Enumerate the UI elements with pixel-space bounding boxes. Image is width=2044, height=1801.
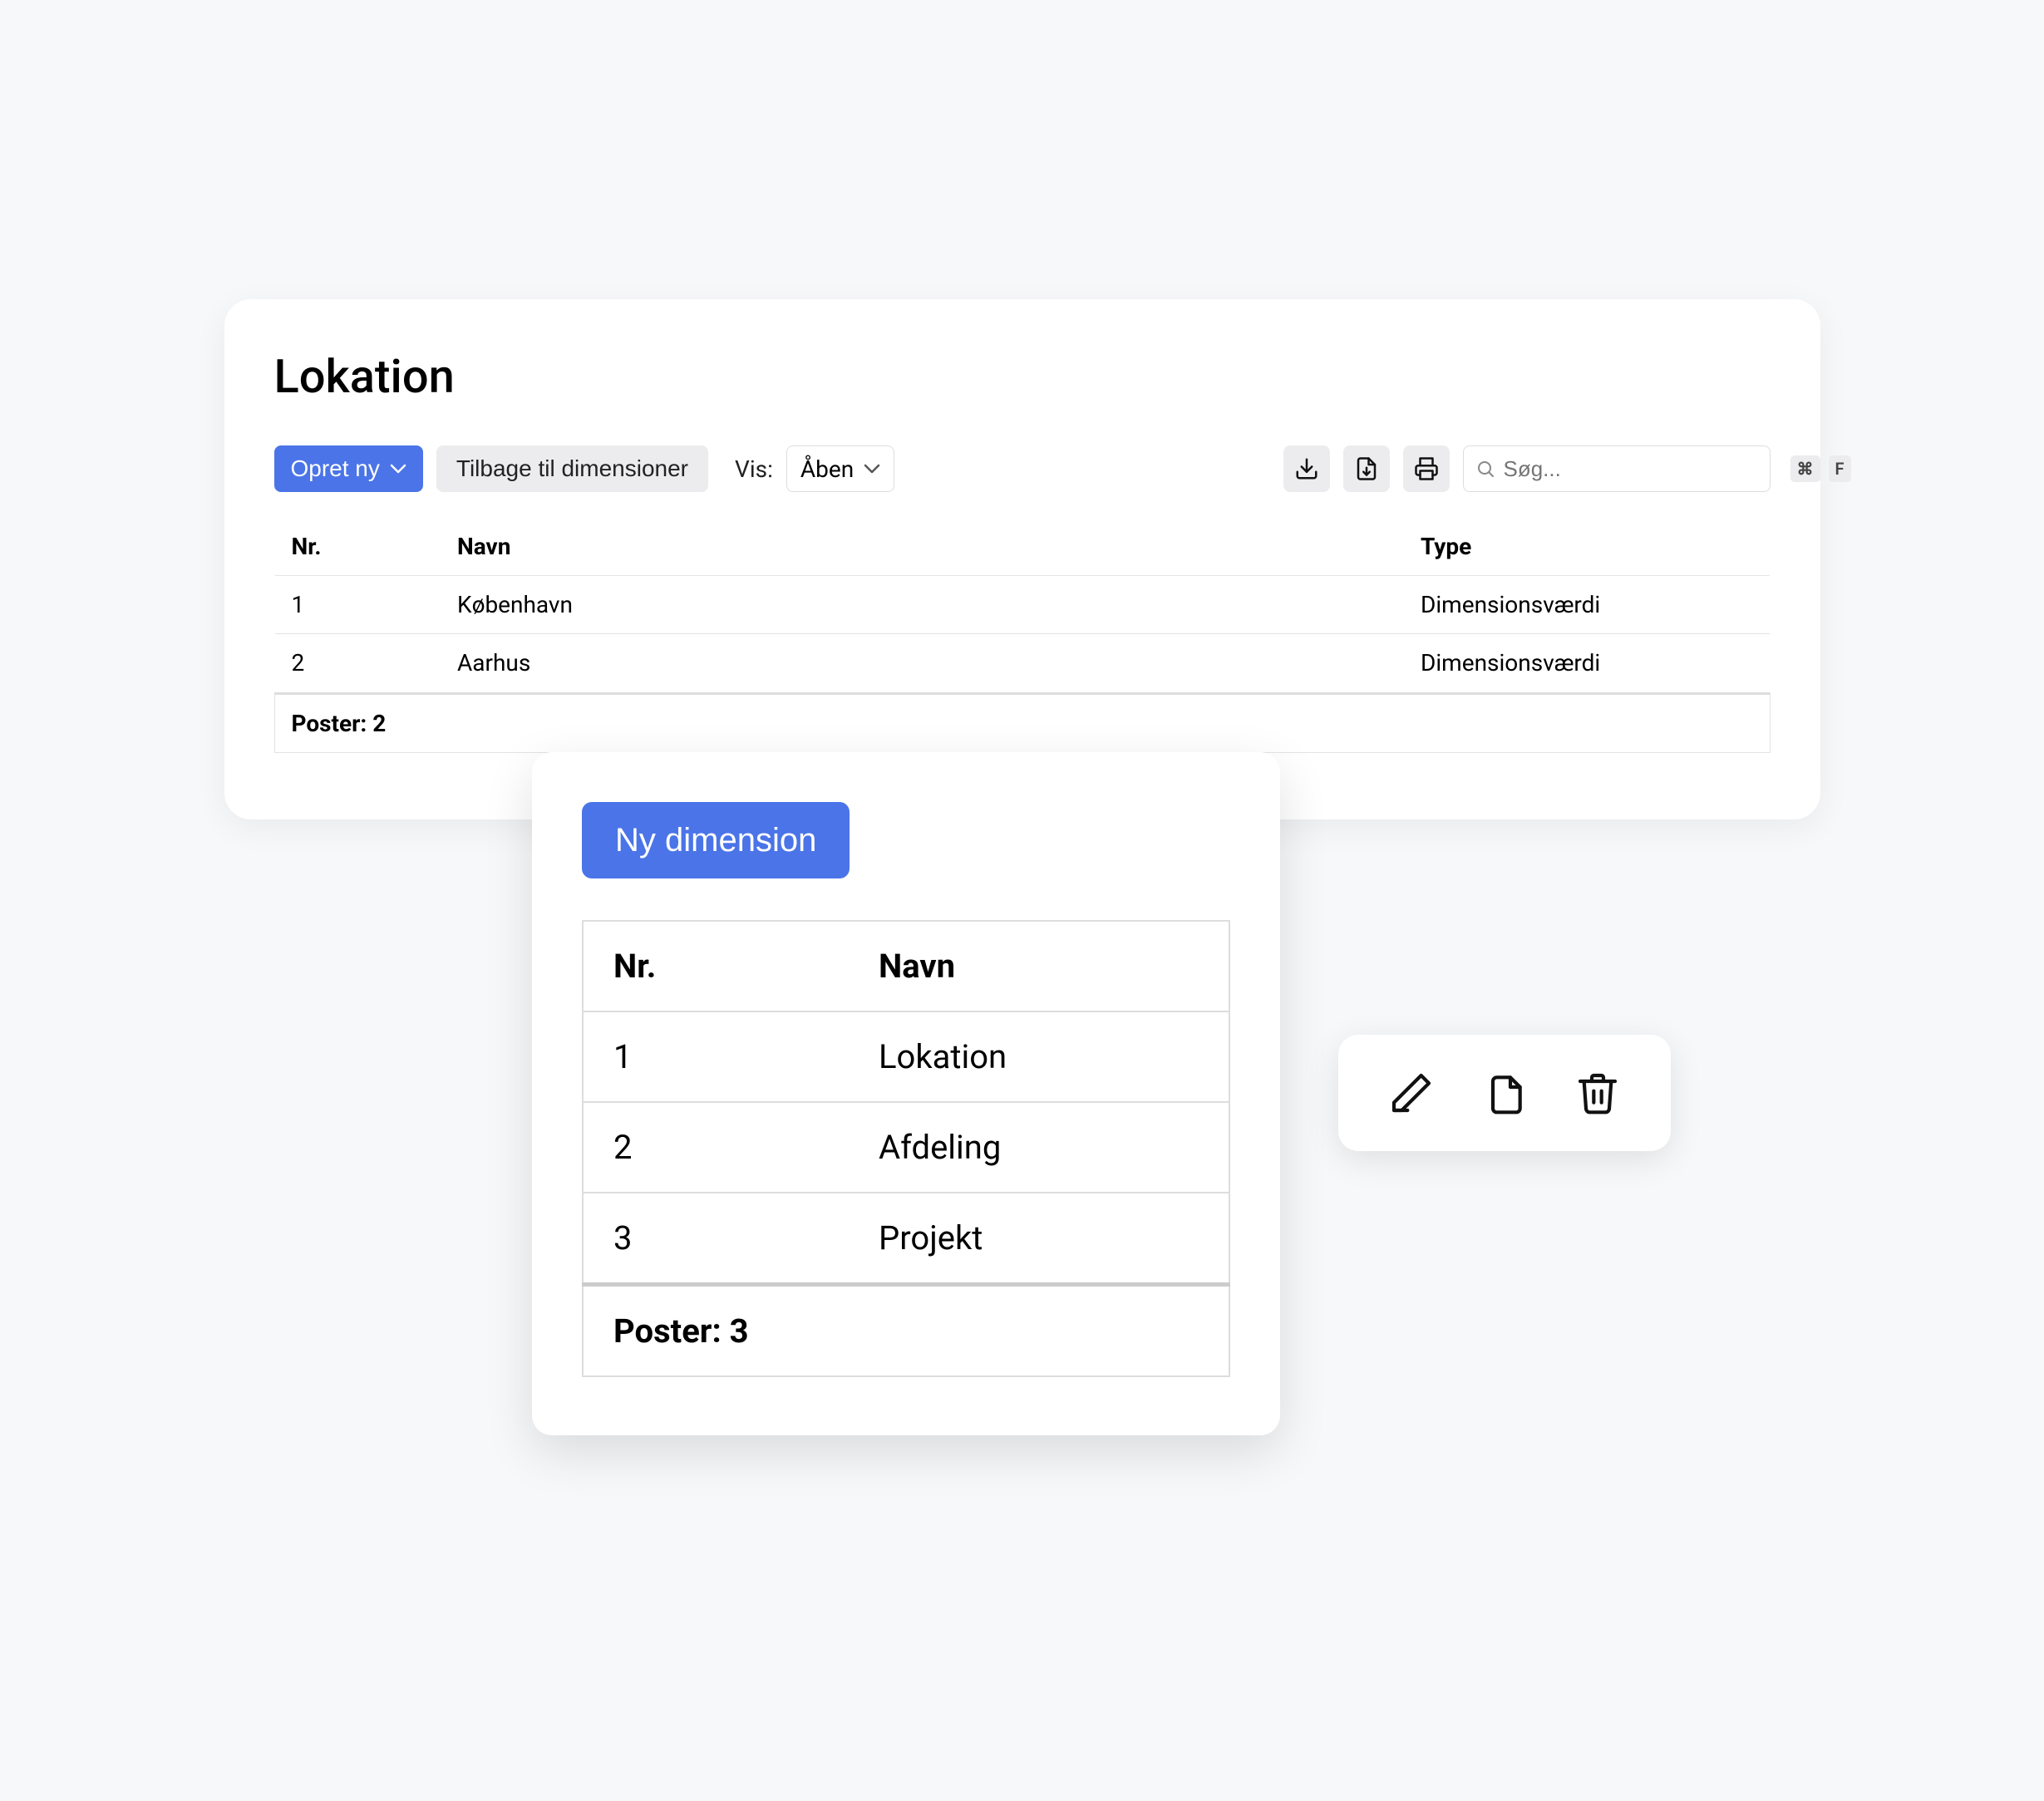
cell-type: Dimensionsværdi	[1404, 576, 1770, 634]
new-dimension-button[interactable]: Ny dimension	[582, 802, 850, 878]
popup-table-footer: Poster: 3	[583, 1285, 1229, 1377]
dimensions-table: Nr. Navn 1 Lokation 2 Afdeling 3 Projekt…	[582, 920, 1230, 1377]
popup-col-header-nr[interactable]: Nr.	[583, 921, 849, 1011]
cell-name: Lokation	[849, 1011, 1229, 1102]
cell-nr: 2	[583, 1102, 849, 1193]
filter-label: Vis:	[735, 455, 773, 483]
popup-col-header-name[interactable]: Navn	[849, 921, 1229, 1011]
kbd-cmd: ⌘	[1790, 455, 1820, 482]
back-button[interactable]: Tilbage til dimensioner	[436, 445, 708, 492]
delete-button[interactable]	[1574, 1070, 1621, 1116]
page-title: Lokation	[274, 349, 1771, 404]
table-row[interactable]: 1 Lokation	[583, 1011, 1229, 1102]
kbd-f: F	[1829, 455, 1851, 482]
filter-select[interactable]: Åben	[786, 445, 894, 492]
table-row[interactable]: 1 København Dimensionsværdi	[274, 576, 1770, 634]
search-input[interactable]	[1504, 456, 1782, 482]
cell-name: Afdeling	[849, 1102, 1229, 1193]
main-card: Lokation Opret ny Tilbage til dimensione…	[224, 299, 1820, 819]
create-button-label: Opret ny	[291, 455, 380, 482]
col-header-type[interactable]: Type	[1404, 518, 1770, 576]
cell-type: Dimensionsværdi	[1404, 634, 1770, 692]
chevron-down-icon	[864, 464, 880, 474]
cell-nr: 2	[274, 634, 441, 692]
edit-icon	[1388, 1070, 1435, 1116]
cell-name: København	[441, 576, 1404, 634]
table-row[interactable]: 2 Afdeling	[583, 1102, 1229, 1193]
cell-name: Projekt	[849, 1193, 1229, 1285]
download-icon	[1294, 456, 1319, 481]
import-button[interactable]	[1343, 445, 1390, 492]
print-icon	[1414, 456, 1439, 481]
toolbar: Opret ny Tilbage til dimensioner Vis: Åb…	[274, 445, 1771, 492]
back-button-label: Tilbage til dimensioner	[456, 455, 688, 481]
cell-nr: 1	[274, 576, 441, 634]
import-icon	[1354, 456, 1379, 481]
copy-icon	[1481, 1070, 1528, 1116]
cell-name: Aarhus	[441, 634, 1404, 692]
locations-table: Nr. Navn Type 1 København Dimensionsværd…	[274, 517, 1771, 692]
filter-value: Åben	[800, 455, 854, 483]
table-row[interactable]: 3 Projekt	[583, 1193, 1229, 1285]
create-button[interactable]: Opret ny	[274, 445, 423, 492]
edit-button[interactable]	[1388, 1070, 1435, 1116]
print-button[interactable]	[1403, 445, 1450, 492]
chevron-down-icon	[390, 464, 406, 474]
copy-button[interactable]	[1481, 1070, 1528, 1116]
col-header-nr[interactable]: Nr.	[274, 518, 441, 576]
download-button[interactable]	[1283, 445, 1330, 492]
col-header-name[interactable]: Navn	[441, 518, 1404, 576]
cell-nr: 1	[583, 1011, 849, 1102]
search-wrap: ⌘ F	[1463, 445, 1771, 492]
trash-icon	[1574, 1070, 1621, 1116]
action-toolbar	[1338, 1035, 1671, 1151]
dimensions-popup: Ny dimension Nr. Navn 1 Lokation 2 Afdel…	[532, 752, 1280, 1435]
new-dimension-label: Ny dimension	[615, 822, 816, 859]
table-row[interactable]: 2 Aarhus Dimensionsværdi	[274, 634, 1770, 692]
table-footer: Poster: 2	[274, 692, 1771, 753]
search-icon	[1475, 459, 1495, 479]
cell-nr: 3	[583, 1193, 849, 1285]
